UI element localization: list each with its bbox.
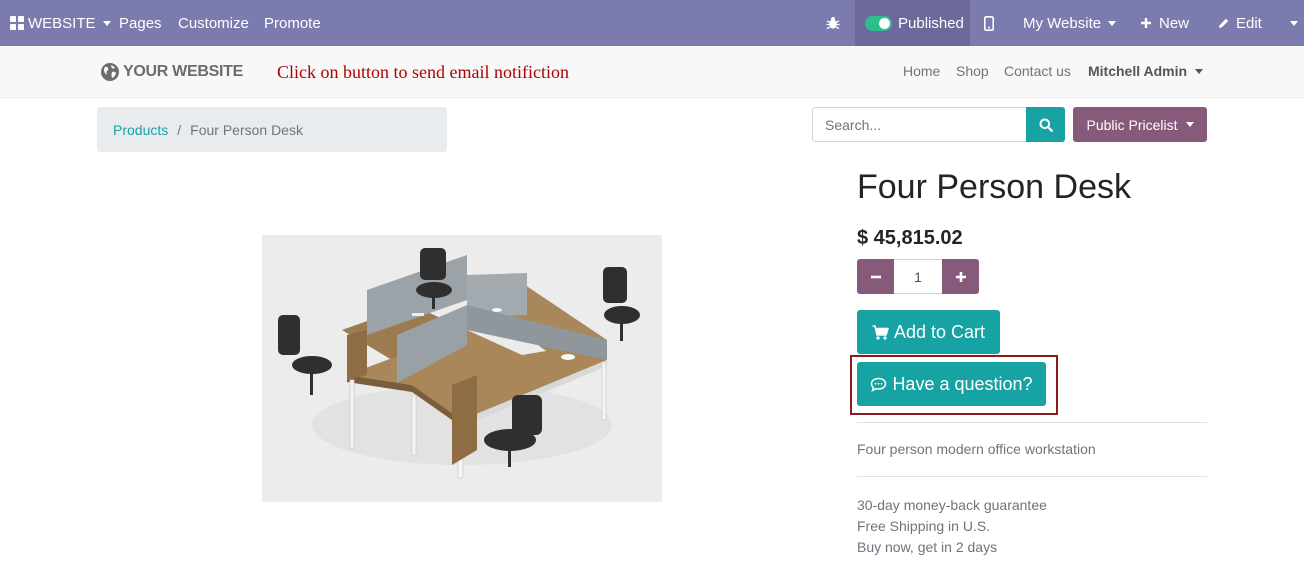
minus-icon <box>870 275 881 278</box>
shopping-cart-icon <box>872 324 889 340</box>
nav-home[interactable]: Home <box>903 63 940 79</box>
pages-menu[interactable]: Pages <box>119 0 162 46</box>
new-label: New <box>1159 14 1190 32</box>
publish-toggle[interactable]: Published <box>865 0 964 46</box>
admin-top-bar: WEBSITE Pages Customize Promote Publishe… <box>0 0 1304 46</box>
caret-down-icon <box>102 20 111 26</box>
plus-icon <box>955 271 966 282</box>
terms-line: Free Shipping in U.S. <box>857 518 991 534</box>
pencil-icon <box>1219 18 1229 28</box>
search-button[interactable] <box>1026 107 1065 142</box>
plus-icon <box>1141 18 1151 28</box>
chat-bubble-icon <box>871 377 887 392</box>
edit-label: Edit <box>1236 14 1262 32</box>
caret-down-icon <box>1290 20 1298 26</box>
quantity-decrease-button[interactable] <box>857 259 894 294</box>
instruction-note: Click on button to send email notifictio… <box>277 62 569 82</box>
apps-grid-icon <box>10 16 24 30</box>
globe-icon <box>101 63 119 81</box>
product-terms: 30-day money-back guarantee Free Shippin… <box>857 495 1047 558</box>
site-header: YOUR WEBSITE Click on button to send ema… <box>0 46 1304 98</box>
logo-text: YOUR WEBSITE <box>123 63 243 80</box>
pricelist-label: Public Pricelist <box>1086 116 1178 133</box>
terms-line: 30-day money-back guarantee <box>857 497 1047 513</box>
site-logo[interactable]: YOUR WEBSITE <box>100 62 243 82</box>
add-to-cart-label: Add to Cart <box>893 321 986 342</box>
quantity-increase-button[interactable] <box>942 259 979 294</box>
my-website-label: My Website <box>1023 14 1102 32</box>
edit-button[interactable]: Edit <box>1217 0 1262 46</box>
caret-down-icon <box>1185 122 1194 127</box>
website-menu-label: WEBSITE <box>28 14 96 32</box>
user-menu[interactable]: Mitchell Admin <box>1088 63 1204 79</box>
new-button[interactable]: New <box>1140 0 1189 46</box>
breadcrumb: Products / Four Person Desk <box>97 107 447 152</box>
office-desk-image <box>262 235 662 502</box>
user-name: Mitchell Admin <box>1088 63 1188 79</box>
my-website-menu[interactable]: My Website <box>1023 0 1117 46</box>
breadcrumb-current: Four Person Desk <box>190 121 303 138</box>
product-title: Four Person Desk <box>857 168 1131 206</box>
nav-contact-us[interactable]: Contact us <box>1004 63 1071 79</box>
breadcrumb-products-link[interactable]: Products <box>113 122 168 138</box>
quantity-input[interactable] <box>894 259 942 294</box>
breadcrumb-separator: / <box>177 121 182 138</box>
edit-dropdown-toggle[interactable] <box>1283 0 1298 46</box>
product-price: $ 45,815.02 <box>857 227 963 249</box>
mobile-preview-button[interactable] <box>984 0 994 46</box>
mobile-phone-icon <box>984 15 994 31</box>
have-a-question-button[interactable]: Have a question? <box>857 362 1046 406</box>
terms-line: Buy now, get in 2 days <box>857 539 998 555</box>
published-label: Published <box>898 14 964 32</box>
add-to-cart-button[interactable]: Add to Cart <box>857 310 1000 354</box>
pricelist-dropdown[interactable]: Public Pricelist <box>1073 107 1207 142</box>
search-input[interactable] <box>812 107 1027 142</box>
customize-menu[interactable]: Customize <box>178 0 249 46</box>
product-image[interactable] <box>262 235 662 502</box>
search-icon <box>1039 118 1053 132</box>
website-menu[interactable]: WEBSITE <box>10 0 111 46</box>
toggle-switch-icon <box>865 15 892 31</box>
have-a-question-label: Have a question? <box>892 373 1033 394</box>
caret-down-icon <box>1108 20 1117 26</box>
nav-shop[interactable]: Shop <box>956 63 989 79</box>
divider <box>857 476 1207 477</box>
bug-icon <box>826 17 840 30</box>
debug-button[interactable] <box>826 0 840 46</box>
caret-down-icon <box>1195 68 1204 74</box>
product-description: Four person modern office workstation <box>857 441 1096 457</box>
divider <box>857 422 1207 423</box>
promote-menu[interactable]: Promote <box>264 0 321 46</box>
